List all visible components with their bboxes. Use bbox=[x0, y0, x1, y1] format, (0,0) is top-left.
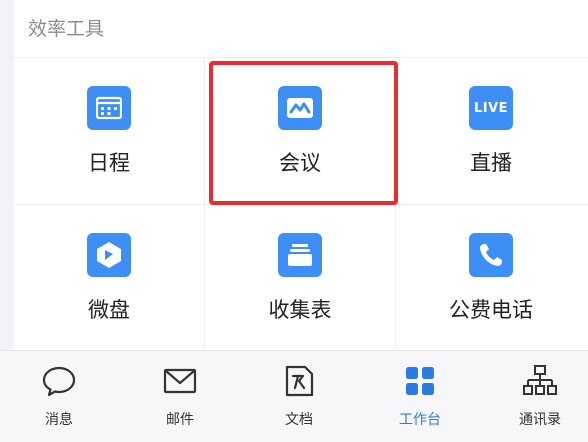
tool-label: 收集表 bbox=[268, 298, 332, 322]
tab-label: 消息 bbox=[45, 412, 73, 428]
calendar-icon bbox=[87, 86, 131, 130]
document-icon bbox=[285, 365, 314, 397]
live-icon-text: LIVE bbox=[473, 100, 509, 116]
tool-meeting[interactable]: 会议 bbox=[205, 58, 395, 204]
tab-label: 邮件 bbox=[166, 412, 194, 428]
drive-icon bbox=[87, 233, 131, 277]
tool-drive[interactable]: 微盘 bbox=[14, 205, 204, 351]
tool-form-collection[interactable]: 收集表 bbox=[205, 205, 395, 351]
mail-icon bbox=[163, 368, 197, 394]
tool-label: 公费电话 bbox=[449, 298, 533, 322]
tab-workbench[interactable]: 工作台 bbox=[361, 351, 479, 442]
phone-icon bbox=[469, 233, 513, 277]
chat-bubble-icon bbox=[42, 366, 76, 397]
tab-label: 文档 bbox=[285, 412, 313, 428]
meeting-icon bbox=[278, 86, 322, 130]
tab-label: 通讯录 bbox=[519, 412, 561, 428]
tab-label: 工作台 bbox=[399, 412, 441, 428]
live-icon: LIVE bbox=[469, 86, 513, 130]
tool-label: 日程 bbox=[88, 151, 130, 175]
section-title: 效率工具 bbox=[28, 18, 105, 40]
tool-label: 微盘 bbox=[88, 298, 130, 322]
tab-mail[interactable]: 邮件 bbox=[121, 351, 239, 442]
tool-phone[interactable]: 公费电话 bbox=[396, 205, 586, 351]
workbench-grid-icon bbox=[406, 367, 434, 395]
tab-contacts[interactable]: 通讯录 bbox=[481, 351, 588, 442]
tool-label: 直播 bbox=[470, 151, 512, 175]
efficiency-tools-card: 效率工具 日程 会议 LIVE 直播 微盘 收集表 公费电话 bbox=[14, 0, 588, 350]
tab-documents[interactable]: 文档 bbox=[240, 351, 358, 442]
form-collection-icon bbox=[278, 233, 322, 277]
tool-live[interactable]: LIVE 直播 bbox=[396, 58, 586, 204]
tool-label: 会议 bbox=[279, 151, 321, 175]
tools-grid: 日程 会议 LIVE 直播 微盘 收集表 公费电话 bbox=[14, 58, 588, 350]
tool-calendar[interactable]: 日程 bbox=[14, 58, 204, 204]
tab-messages[interactable]: 消息 bbox=[0, 351, 118, 442]
bottom-tab-bar: 消息 邮件 文档 工作台 通讯录 bbox=[0, 350, 588, 442]
contacts-org-icon bbox=[523, 365, 557, 395]
